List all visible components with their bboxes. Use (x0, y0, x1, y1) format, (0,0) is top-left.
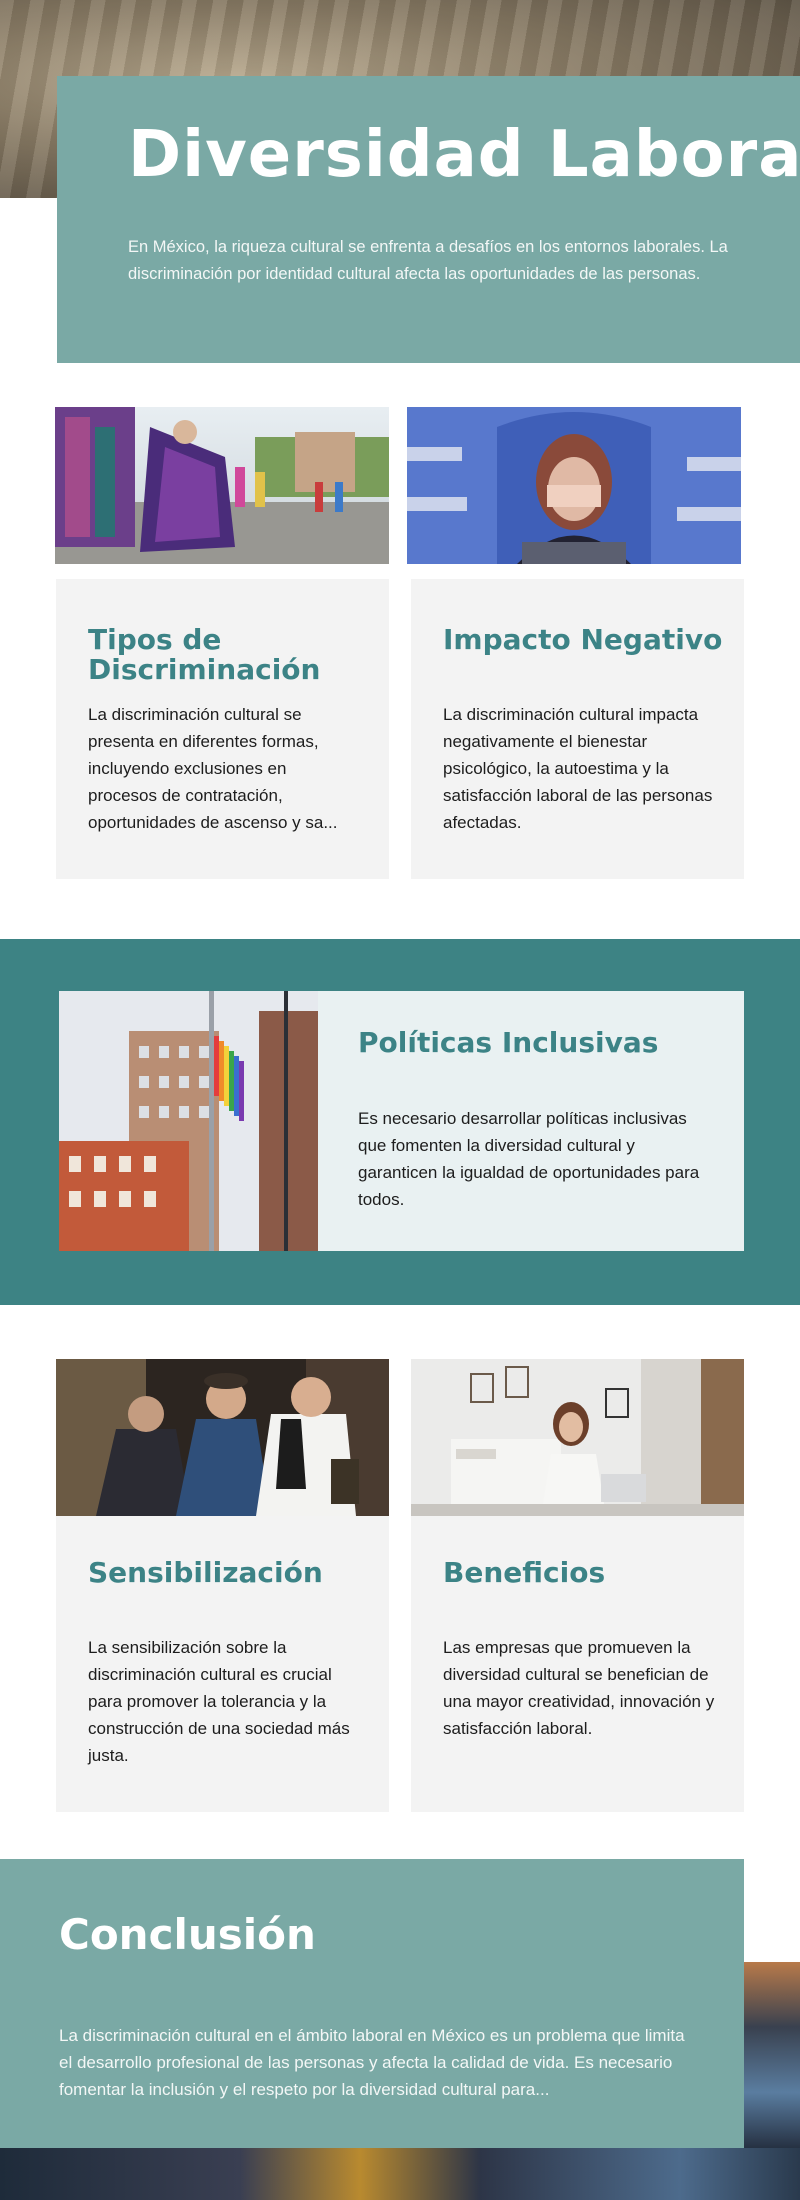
page-title: Diversidad Laboral (128, 118, 800, 192)
policies-title: Políticas Inclusivas (358, 1026, 659, 1059)
woman-on-phone-photo (411, 1359, 744, 1516)
hero-white-block (0, 198, 57, 368)
card-title: Impacto Negativo (443, 623, 723, 656)
card-benefits: Beneficios Las empresas que promueven la… (411, 1516, 744, 1812)
card-title: Beneficios (443, 1556, 606, 1589)
distressed-woman-photo (407, 407, 741, 564)
card-text: La discriminación cultural impacta negat… (443, 705, 713, 832)
card-discrimination-types: Tipos de Discriminación La discriminació… (56, 579, 389, 879)
hero-intro-text: En México, la riqueza cultural se enfren… (128, 238, 728, 283)
building-flag-photo (59, 991, 318, 1251)
festival-parade-photo (55, 407, 389, 564)
crowd-side-photo (744, 1962, 800, 2148)
card-text: Las empresas que promueven la diversidad… (443, 1638, 715, 1738)
conclusion-panel (0, 1859, 744, 2149)
card-text: La sensibilización sobre la discriminaci… (88, 1638, 350, 1765)
card-text: La discriminación cultural se presenta e… (88, 705, 338, 832)
card-title: Sensibilización (88, 1556, 323, 1589)
elderly-men-photo (56, 1359, 389, 1516)
policies-text: Es necesario desarrollar políticas inclu… (358, 1109, 700, 1209)
conclusion-title: Conclusión (59, 1910, 316, 1959)
crowd-bottom-photo (0, 2148, 800, 2200)
card-negative-impact: Impacto Negativo La discriminación cultu… (411, 579, 744, 879)
card-awareness: Sensibilización La sensibilización sobre… (56, 1516, 389, 1812)
card-title: Tipos de Discriminación (88, 623, 321, 686)
conclusion-text: La discriminación cultural en el ámbito … (59, 2026, 685, 2099)
